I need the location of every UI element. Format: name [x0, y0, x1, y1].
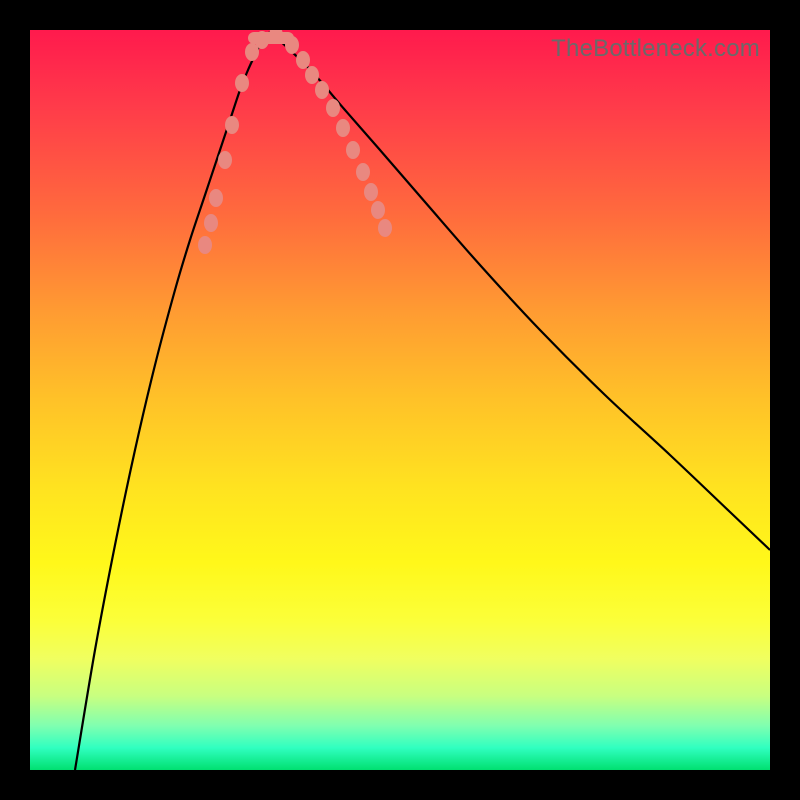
chart-svg [30, 30, 770, 770]
highlight-dot [378, 219, 392, 237]
highlight-dot [209, 189, 223, 207]
highlight-dot [371, 201, 385, 219]
highlight-dot [218, 151, 232, 169]
highlight-dot [285, 36, 299, 54]
highlight-dot [225, 116, 239, 134]
highlight-dot [336, 119, 350, 137]
highlight-dot [364, 183, 378, 201]
highlight-dot [235, 74, 249, 92]
right-curve [270, 32, 770, 550]
highlighted-points-group [198, 30, 392, 254]
highlight-dot [204, 214, 218, 232]
highlight-dot [198, 236, 212, 254]
left-curve [75, 32, 270, 770]
highlight-dot [255, 31, 269, 49]
highlight-dot [346, 141, 360, 159]
highlight-dot [296, 51, 310, 69]
highlight-dot [326, 99, 340, 117]
highlight-dot [356, 163, 370, 181]
gradient-plot-area: TheBottleneck.com [30, 30, 770, 770]
watermark-text: TheBottleneck.com [551, 35, 760, 63]
highlight-dot [315, 81, 329, 99]
highlight-dot [305, 66, 319, 84]
